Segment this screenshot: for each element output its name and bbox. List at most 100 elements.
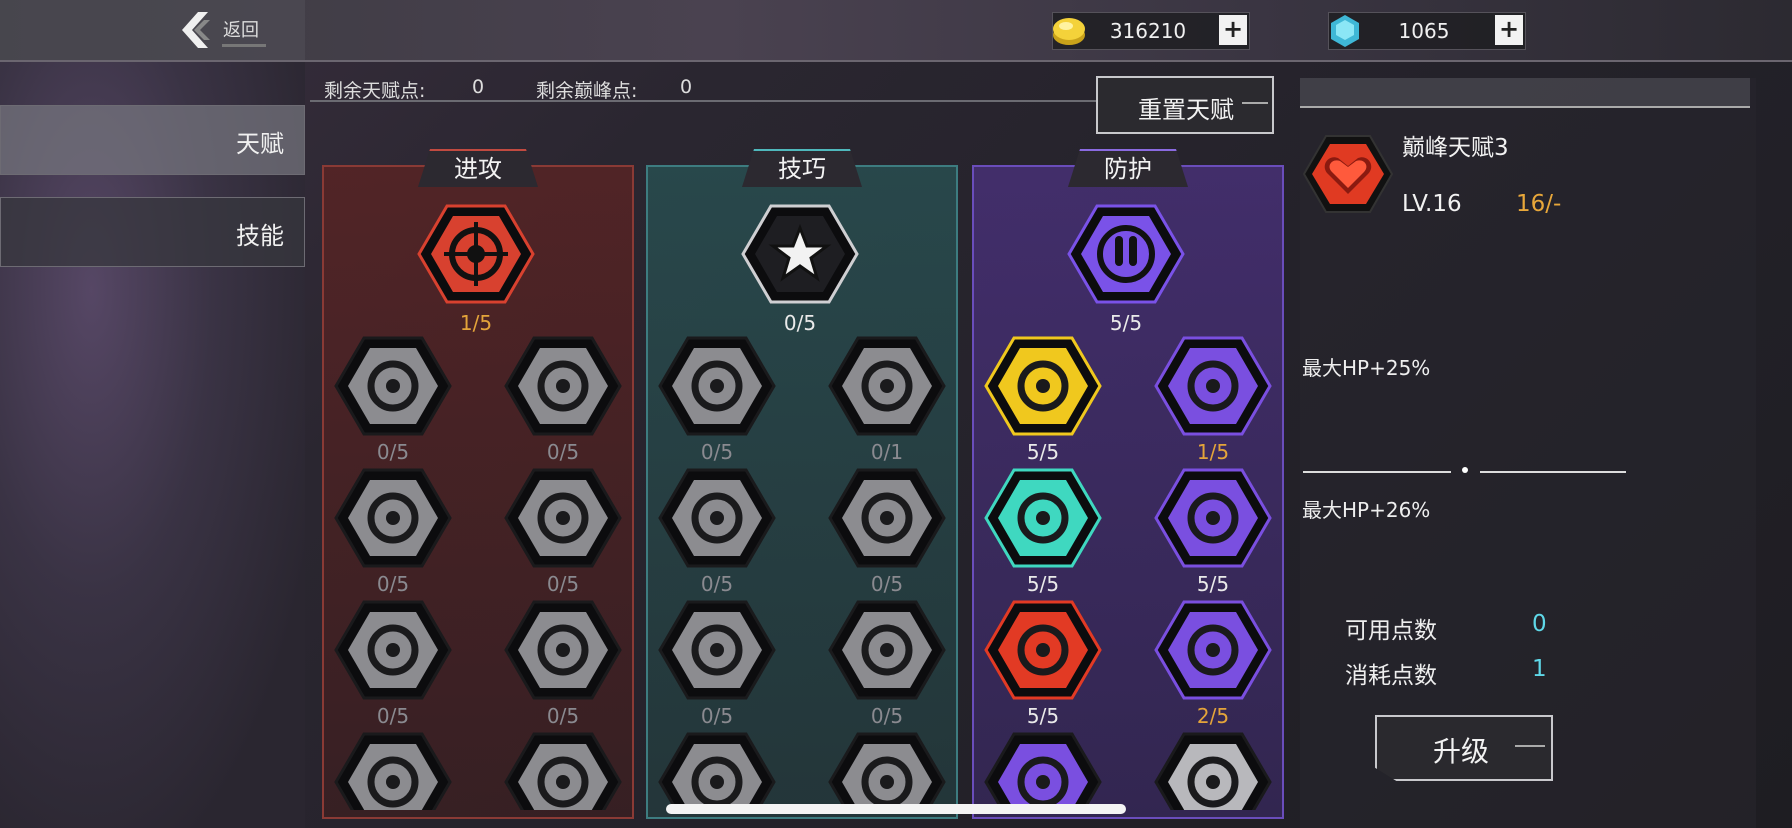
talent-node-0-0-0[interactable] [334,336,452,436]
talent-node-1-2-1[interactable] [828,600,946,700]
skull-helmet-icon [504,336,622,436]
talent-level-1-0-0: 0/5 [700,440,734,464]
talent-node-1-3-1[interactable] [828,732,946,810]
home-indicator [666,804,1126,814]
talent-node-1-0-0[interactable] [658,336,776,436]
gold-value: 316210 [1109,19,1187,43]
tab-talent-label: 天赋 [236,130,284,158]
tab-skill[interactable]: 技能 [0,197,305,267]
back-button[interactable]: 返回 [178,10,278,50]
turret-icon [828,468,946,568]
gem-currency: 1065 + [1328,12,1526,50]
upgrade-label: 升级 [1433,735,1490,768]
talent-node-2-2-0[interactable] [984,600,1102,700]
talent-node-1-3-0[interactable] [658,732,776,810]
talent-points-label: 剩余天赋点: [324,80,426,102]
offense-title: 进攻 [418,149,538,187]
gears-icon [658,732,776,810]
talent-level-0-1-1: 0/5 [546,572,580,596]
talent-node-2-1-0[interactable] [984,468,1102,568]
gold-coin-icon [1053,18,1085,45]
talent-level-1-2-0: 0/5 [700,704,734,728]
talent-level-1-top: 0/5 [783,311,817,335]
add-gem-button[interactable]: + [1495,15,1523,45]
talent-node-0-3-0[interactable] [334,732,452,810]
talent-level-2-2-1: 2/5 [1196,704,1230,728]
talent-node-0-2-0[interactable] [334,600,452,700]
talent-level-2-0-0: 5/5 [1026,440,1060,464]
scope-icon [334,468,452,568]
talent-node-2-0-0[interactable] [984,336,1102,436]
energy-bolt-icon [984,468,1102,568]
talent-node-2-3-0[interactable] [984,732,1102,810]
talent-node-2-1-1[interactable] [1154,468,1272,568]
tab-talent[interactable]: 天赋 [0,105,305,175]
talent-level-0-0-0: 0/5 [376,440,410,464]
peak-points-value: 0 [680,76,693,98]
talent-node-0-top[interactable] [417,204,535,304]
reset-talent-button[interactable]: 重置天赋 [1096,76,1274,134]
top-bar: 返回 316210 + 1065 + [0,0,1792,62]
talent-node-0-2-1[interactable] [504,600,622,700]
chevron-left-icon [182,12,210,48]
talent-node-1-2-0[interactable] [658,600,776,700]
talent-level-0-2-1: 0/5 [546,704,580,728]
talent-level-1-2-1: 0/5 [870,704,904,728]
detail-header-bar [1300,78,1750,108]
talent-node-1-top[interactable] [741,204,859,304]
gold-currency: 316210 + [1052,12,1250,50]
talent-level-0-1-0: 0/5 [376,572,410,596]
missiles-icon [984,336,1102,436]
remaining-points: 剩余天赋点: 0 剩余巅峰点: 0 [310,74,1230,102]
talent-node-2-3-1[interactable] [1154,732,1272,810]
talent-node-2-0-1[interactable] [1154,336,1272,436]
talent-level-2-1-1: 5/5 [1196,572,1230,596]
upgrade-decoration [1515,745,1545,747]
talent-node-1-1-1[interactable] [828,468,946,568]
divider-right [1480,471,1626,473]
battery-refresh-icon [658,468,776,568]
shield-v-icon [984,732,1102,810]
next-effect: 最大HP+26% [1302,498,1431,522]
talent-level-2-2-0: 5/5 [1026,704,1060,728]
talent-node-0-0-1[interactable] [504,336,622,436]
talent-level-2-1-0: 5/5 [1026,572,1060,596]
arrow-right-icon [334,336,452,436]
bullet-icon [334,732,452,810]
crosshair-target-icon [417,204,535,304]
reset-label: 重置天赋 [1138,96,1234,124]
talent-node-1-1-0[interactable] [658,468,776,568]
gear-bullet-icon [334,600,452,700]
talent-node-0-1-0[interactable] [334,468,452,568]
cost-points-value: 1 [1532,656,1547,682]
heart-cross-icon [984,600,1102,700]
talent-node-2-top[interactable] [1067,204,1185,304]
add-gold-button[interactable]: + [1219,15,1247,45]
talent-node-0-1-1[interactable] [504,468,622,568]
saw-blade-icon [658,600,776,700]
talent-level-1-1-0: 0/5 [700,572,734,596]
swirl-icon [504,468,622,568]
divider-dot [1462,467,1468,473]
armor-icon [1154,732,1272,810]
lightning-cycle-icon [658,336,776,436]
talent-level-0-2-0: 0/5 [376,704,410,728]
slash-blades-icon [504,600,622,700]
back-underline [222,44,266,47]
talent-node-2-2-1[interactable] [1154,600,1272,700]
talent-points-value: 0 [472,76,485,98]
talent-level-0-0-1: 0/5 [546,440,580,464]
available-points-value: 0 [1532,611,1547,637]
available-points-label: 可用点数 [1345,618,1437,644]
gem-icon [1331,15,1359,47]
cost-points-label: 消耗点数 [1345,663,1437,689]
talent-level-1-0-1: 0/1 [870,440,904,464]
tab-skill-label: 技能 [236,222,284,250]
current-effect: 最大HP+25% [1302,356,1431,380]
talent-node-0-3-1[interactable] [504,732,622,810]
talent-level: LV.16 [1402,191,1462,217]
upgrade-button[interactable]: 升级 [1375,715,1553,781]
wheel-icon [504,732,622,810]
talent-node-1-0-1[interactable] [828,336,946,436]
divider-left [1303,471,1451,473]
